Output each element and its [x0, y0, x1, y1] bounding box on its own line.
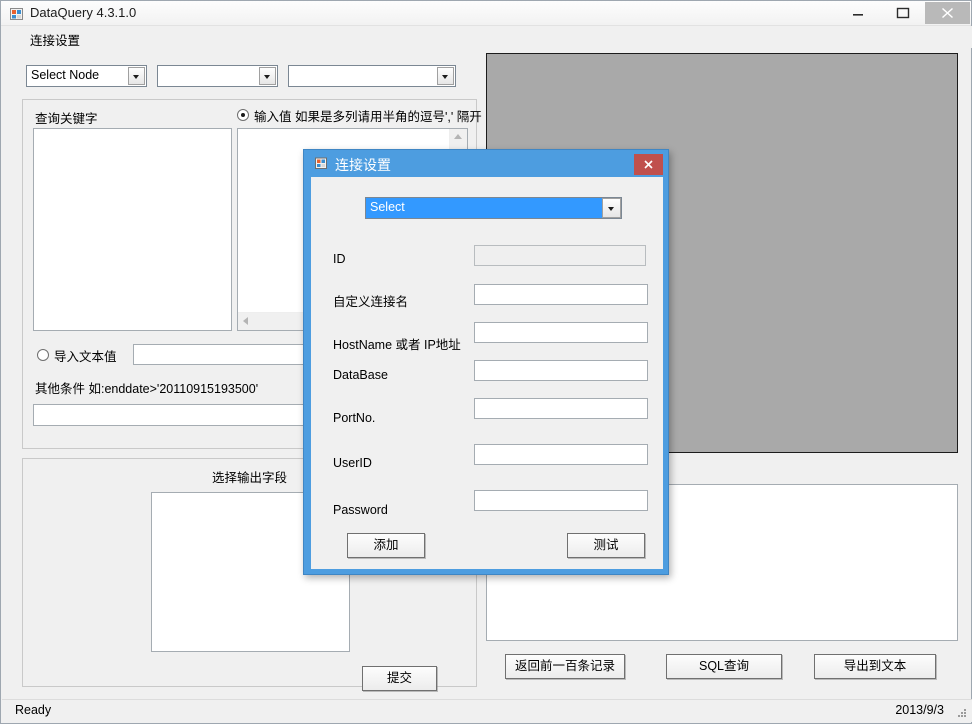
- import-text-radio[interactable]: [37, 349, 49, 361]
- third-combobox[interactable]: [288, 65, 456, 87]
- custom-name-label: 自定义连接名: [333, 295, 409, 309]
- maximize-button[interactable]: [880, 2, 925, 24]
- close-icon: [644, 160, 653, 169]
- close-button[interactable]: [925, 2, 970, 24]
- select-node-combobox[interactable]: Select Node: [26, 65, 147, 87]
- test-connection-button[interactable]: 测试: [567, 533, 645, 558]
- userid-field[interactable]: [474, 444, 648, 465]
- status-bar: Ready 2013/9/3: [2, 699, 972, 722]
- dialog-body: Select ID 自定义连接名 HostName 或者 IP地址 DataBa…: [311, 177, 663, 569]
- app-icon: [315, 157, 328, 170]
- id-field: [474, 245, 646, 266]
- prev-100-records-button[interactable]: 返回前一百条记录: [505, 654, 625, 679]
- password-label: Password: [333, 503, 388, 517]
- sql-query-button[interactable]: SQL查询: [666, 654, 782, 679]
- minimize-button[interactable]: [835, 2, 880, 24]
- chevron-down-icon[interactable]: [602, 198, 621, 218]
- maximize-icon: [896, 7, 910, 19]
- database-field[interactable]: [474, 360, 648, 381]
- portno-field[interactable]: [474, 398, 648, 419]
- close-icon: [941, 7, 954, 19]
- window-title: DataQuery 4.3.1.0: [30, 5, 137, 20]
- password-field[interactable]: [474, 490, 648, 511]
- dialog-title: 连接设置: [335, 157, 391, 173]
- import-text-radio-label: 导入文本值: [54, 350, 117, 364]
- query-keyword-textarea[interactable]: [33, 128, 232, 331]
- other-condition-label: 其他条件 如:enddate>'20110915193500': [35, 382, 259, 396]
- application-window: DataQuery 4.3.1.0 连接设置 Select Node 查询关键字…: [0, 0, 972, 724]
- userid-label: UserID: [333, 456, 372, 470]
- menu-item-connection-settings[interactable]: 连接设置: [25, 28, 85, 51]
- select-node-value: Select Node: [31, 68, 100, 82]
- status-date: 2013/9/3: [895, 703, 944, 717]
- connection-settings-dialog: 连接设置 Select ID 自定义连接名 HostName 或者 IP地址 D…: [303, 149, 669, 575]
- title-bar: DataQuery 4.3.1.0: [1, 1, 971, 26]
- app-icon: [10, 7, 24, 21]
- id-label: ID: [333, 252, 346, 266]
- custom-name-field[interactable]: [474, 284, 648, 305]
- resize-grip-icon[interactable]: [956, 707, 968, 719]
- second-combobox[interactable]: [157, 65, 278, 87]
- chevron-down-icon[interactable]: [437, 67, 454, 85]
- submit-button[interactable]: 提交: [362, 666, 437, 691]
- hostname-label: HostName 或者 IP地址: [333, 338, 461, 352]
- dialog-close-button[interactable]: [634, 154, 663, 175]
- chevron-down-icon[interactable]: [128, 67, 145, 85]
- query-keyword-label: 查询关键字: [35, 112, 98, 126]
- scroll-up-icon[interactable]: [454, 134, 462, 139]
- portno-label: PortNo.: [333, 411, 376, 425]
- status-text: Ready: [15, 703, 52, 717]
- add-connection-button[interactable]: 添加: [347, 533, 425, 558]
- input-value-radio-label: 输入值 如果是多列请用半角的逗号',' 隔开: [254, 110, 482, 124]
- connection-select-value: Select: [370, 200, 405, 214]
- database-label: DataBase: [333, 368, 388, 382]
- minimize-icon: [853, 14, 863, 16]
- chevron-down-icon[interactable]: [259, 67, 276, 85]
- connection-select-combobox[interactable]: Select: [365, 197, 622, 219]
- export-to-text-button[interactable]: 导出到文本: [814, 654, 936, 679]
- input-value-radio[interactable]: [237, 109, 249, 121]
- scroll-left-icon[interactable]: [243, 317, 248, 325]
- hostname-field[interactable]: [474, 322, 648, 343]
- menu-bar: 连接设置: [2, 26, 972, 48]
- dialog-title-bar: 连接设置: [304, 150, 668, 177]
